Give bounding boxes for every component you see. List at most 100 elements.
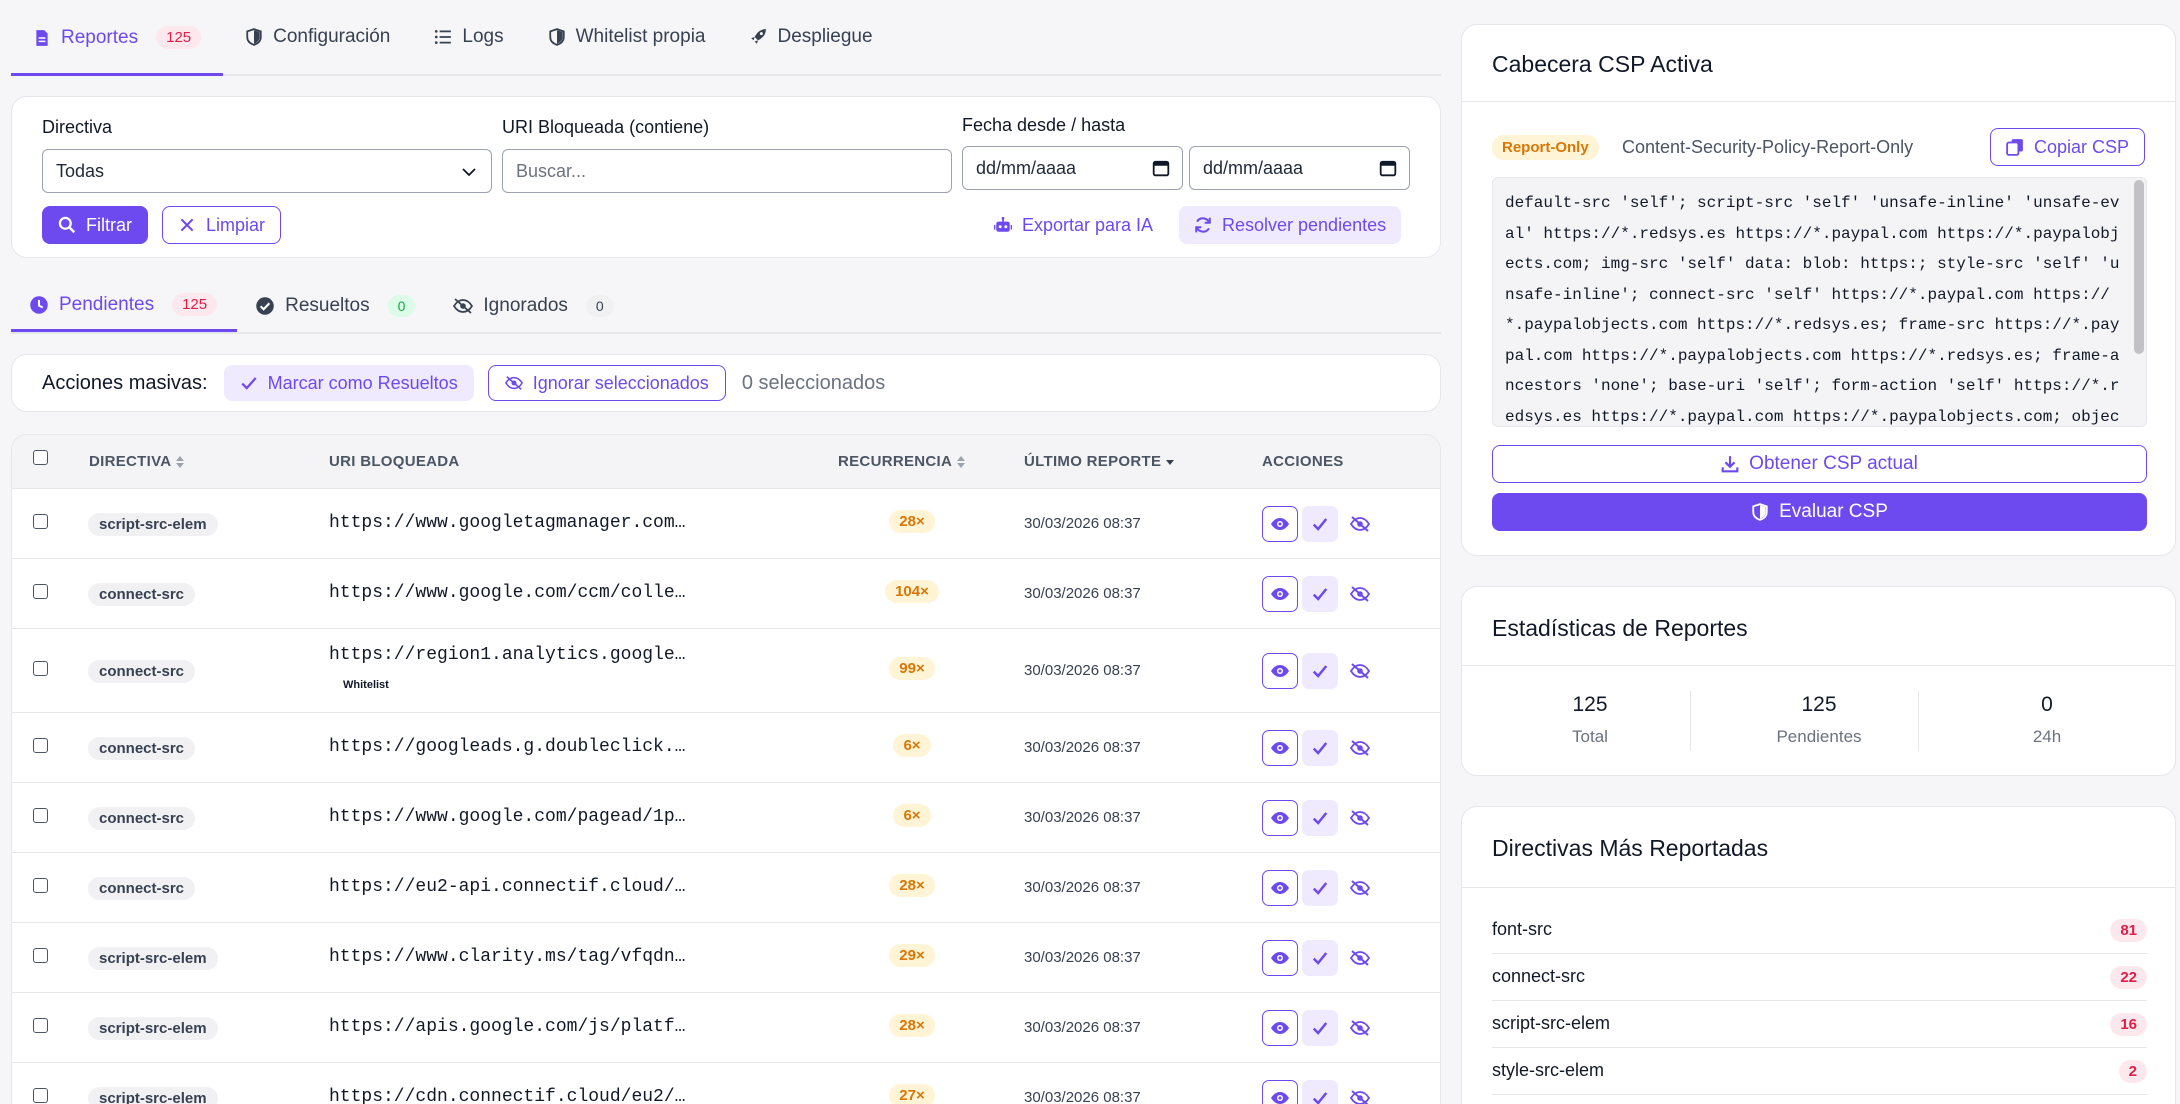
eye-icon [1271,742,1289,754]
resolve-button[interactable] [1302,800,1338,836]
fecha-desde-input[interactable]: dd/mm/aaaa [962,146,1183,190]
stat-value: 0 [2041,693,2053,716]
sort-desc-icon [1166,459,1175,465]
select-all-checkbox[interactable] [33,450,48,465]
col-ultimo-reporte[interactable]: ÚLTIMO REPORTE [1024,453,1175,470]
blocked-uri: https://googleads.g.doubleclick.… [329,737,686,757]
recurrence: 104× [880,580,944,603]
view-button[interactable] [1262,730,1298,766]
table-row: connect-src https://googleads.g.doublecl… [12,713,1440,783]
directive-pill: connect-src [88,807,196,830]
recurrence-badge: 28× [889,874,935,897]
view-button[interactable] [1262,506,1298,542]
eye-slash-icon [1350,1090,1370,1104]
view-button[interactable] [1262,653,1298,689]
eye-slash-icon [1350,1020,1370,1036]
calendar-icon[interactable] [1379,159,1397,177]
tab-despliegue[interactable]: Despliegue [727,0,894,74]
view-button[interactable] [1262,800,1298,836]
tab-logs[interactable]: Logs [412,0,525,74]
exportar-ia-button[interactable]: Exportar para IA [982,206,1165,244]
bulk-actions-card: Acciones masivas: Marcar como Resueltos … [11,354,1441,412]
view-button[interactable] [1262,1080,1298,1104]
evaluate-csp-label: Evaluar CSP [1779,501,1888,522]
ignore-button[interactable] [1342,1010,1378,1046]
tab-resueltos[interactable]: Resueltos 0 [237,280,435,332]
row-checkbox[interactable] [33,738,48,753]
shield-icon [1752,503,1768,521]
row-checkbox[interactable] [33,1018,48,1033]
resolve-button[interactable] [1302,653,1338,689]
resolver-pendientes-button[interactable]: Resolver pendientes [1179,206,1402,244]
col-acciones-label: ACCIONES [1262,453,1344,470]
stat-divider [1690,691,1691,751]
resolve-button[interactable] [1302,940,1338,976]
chevron-down-icon [462,168,476,177]
tab-label: Whitelist propia [575,26,706,47]
stat-total: 125 Total [1476,693,1704,747]
tab-whitelist[interactable]: Whitelist propia [526,0,728,74]
view-button[interactable] [1262,870,1298,906]
col-directiva[interactable]: DIRECTIVA [89,453,185,470]
directive-pill: connect-src [88,737,196,760]
uri-search-input[interactable]: Buscar... [502,149,952,193]
stat-label: Pendientes [1776,727,1862,746]
ignore-button[interactable] [1342,1080,1378,1104]
limpiar-button[interactable]: Limpiar [162,206,282,244]
row-checkbox[interactable] [33,1088,48,1103]
view-button[interactable] [1262,576,1298,612]
filtrar-button[interactable]: Filtrar [42,206,148,244]
ignore-button[interactable] [1342,940,1378,976]
stat-value: 125 [1572,693,1608,716]
ignore-button[interactable] [1342,800,1378,836]
ignore-button[interactable] [1342,506,1378,542]
ignore-button[interactable] [1342,576,1378,612]
ignore-button[interactable] [1342,870,1378,906]
get-csp-button[interactable]: Obtener CSP actual [1492,445,2147,483]
row-checkbox[interactable] [33,948,48,963]
eye-icon [1271,952,1289,964]
check-circle-icon [256,297,274,315]
tab-pendientes[interactable]: Pendientes 125 [11,280,238,332]
table-body: script-src-elem https://www.googletagman… [12,489,1440,1104]
ignore-button[interactable] [1342,730,1378,766]
resueltos-count-badge: 0 [387,295,416,317]
resolve-button[interactable] [1302,730,1338,766]
tab-reportes[interactable]: Reportes 125 [11,2,224,76]
tab-label: Logs [462,26,504,47]
ignore-selected-button[interactable]: Ignorar seleccionados [487,365,726,401]
row-checkbox[interactable] [33,808,48,823]
stat-pendientes: 125 Pendientes [1705,693,1933,747]
uri-placeholder: Buscar... [516,160,587,181]
evaluate-csp-button[interactable]: Evaluar CSP [1492,493,2147,531]
view-button[interactable] [1262,940,1298,976]
resolve-button[interactable] [1302,576,1338,612]
check-icon [1312,742,1328,755]
fecha-hasta-input[interactable]: dd/mm/aaaa [1189,146,1410,190]
csp-policy-text[interactable]: default-src 'self'; script-src 'self' 'u… [1492,177,2147,427]
mark-resolved-button[interactable]: Marcar como Resueltos [223,365,474,401]
resolve-button[interactable] [1302,1010,1338,1046]
scrollbar[interactable] [2134,180,2144,354]
resolve-button[interactable] [1302,506,1338,542]
resolve-button[interactable] [1302,870,1338,906]
calendar-icon[interactable] [1152,159,1170,177]
directiva-select[interactable]: Todas [42,149,492,193]
tab-configuracion[interactable]: Configuración [223,0,412,74]
row-checkbox[interactable] [33,584,48,599]
selected-count: 0 seleccionados [741,371,886,394]
resolve-button[interactable] [1302,1080,1338,1104]
directive-count-badge: 22 [2110,966,2147,989]
row-checkbox[interactable] [33,514,48,529]
check-icon [1312,812,1328,825]
col-recurrencia[interactable]: RECURRENCIA [838,453,966,470]
row-checkbox[interactable] [33,661,48,676]
last-report-date: 30/03/2026 08:37 [1024,515,1141,532]
ignore-button[interactable] [1342,653,1378,689]
row-actions [1262,1080,1378,1104]
tab-ignorados[interactable]: Ignorados 0 [435,280,633,332]
copy-csp-button[interactable]: Copiar CSP [1989,128,2145,166]
sort-icon [957,455,966,468]
view-button[interactable] [1262,1010,1298,1046]
row-checkbox[interactable] [33,878,48,893]
